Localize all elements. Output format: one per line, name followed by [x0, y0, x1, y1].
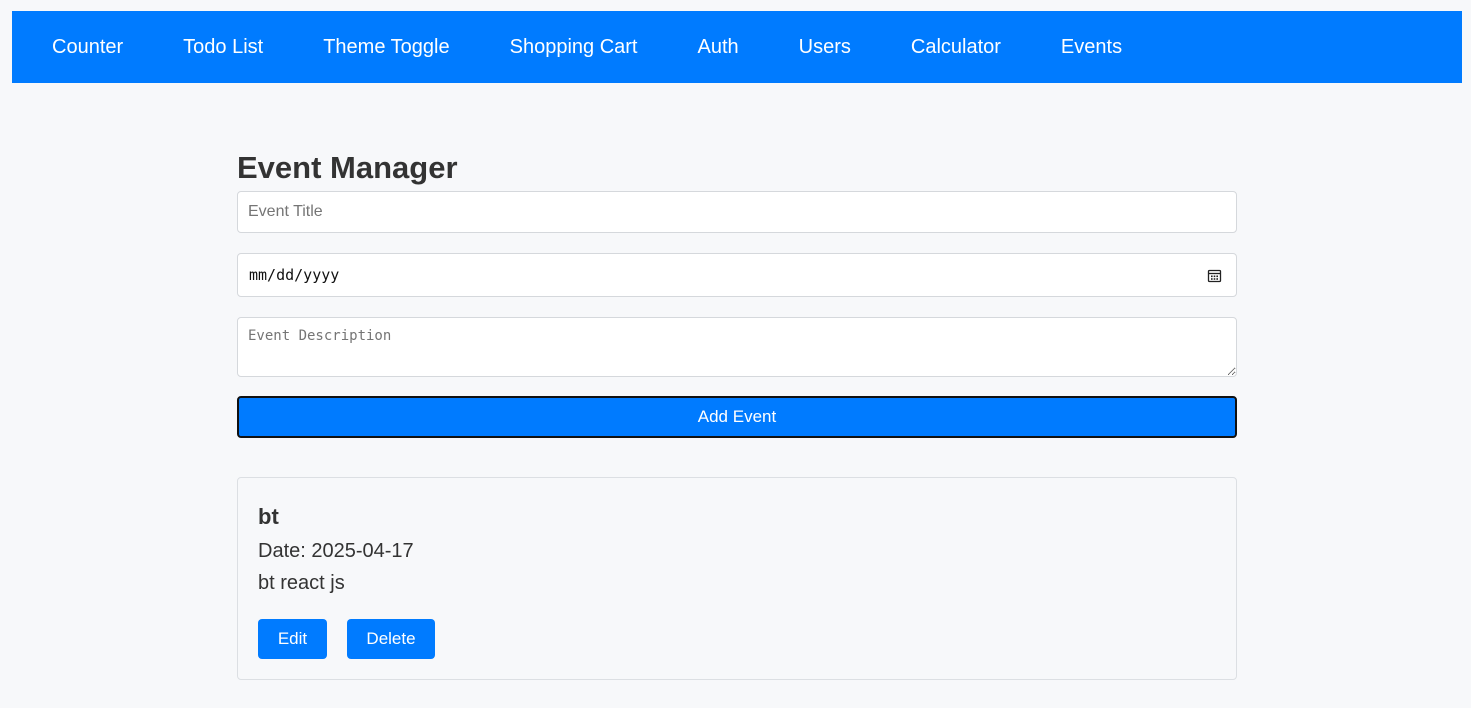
event-date-input[interactable]: mm/dd/yyyy [237, 253, 1237, 297]
page: Counter Todo List Theme Toggle Shopping … [0, 0, 1471, 708]
nav-link-auth[interactable]: Auth [697, 37, 738, 57]
nav-link-users[interactable]: Users [799, 37, 851, 57]
event-title: bt [258, 504, 279, 529]
nav-link-theme-toggle[interactable]: Theme Toggle [323, 37, 449, 57]
edit-event-button[interactable]: Edit [258, 619, 327, 659]
top-navbar: Counter Todo List Theme Toggle Shopping … [12, 11, 1462, 83]
event-title-input[interactable] [237, 191, 1237, 233]
nav-link-events[interactable]: Events [1061, 37, 1122, 57]
add-event-button[interactable]: Add Event [237, 396, 1237, 438]
delete-event-button[interactable]: Delete [347, 619, 435, 659]
page-title: Event Manager [237, 150, 458, 185]
nav-link-counter[interactable]: Counter [52, 37, 123, 57]
event-date: Date: 2025-04-17 [258, 540, 414, 562]
event-card: bt Date: 2025-04-17 bt react js Edit Del… [237, 477, 1237, 680]
event-description-input[interactable] [237, 317, 1237, 377]
calendar-icon[interactable] [1207, 268, 1222, 283]
nav-link-calculator[interactable]: Calculator [911, 37, 1001, 57]
event-description: bt react js [258, 572, 345, 594]
nav-link-todo-list[interactable]: Todo List [183, 37, 263, 57]
date-input-text: mm/dd/yyyy [249, 266, 340, 284]
nav-link-shopping-cart[interactable]: Shopping Cart [510, 37, 638, 57]
